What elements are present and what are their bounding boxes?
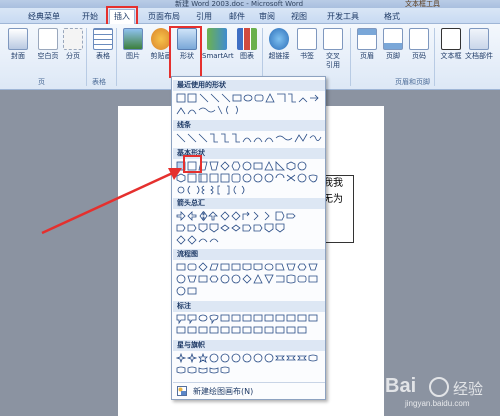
globe-icon xyxy=(269,28,289,50)
cross-reference-icon xyxy=(323,28,343,50)
bookmark-icon xyxy=(297,28,317,50)
smartart-icon xyxy=(207,28,227,50)
shape-row-flowchart-3[interactable] xyxy=(176,286,324,297)
shape-row-arrows-2[interactable] xyxy=(176,223,324,234)
tab-developer[interactable]: 开发工具 xyxy=(327,10,359,24)
shape-row-callouts-2[interactable] xyxy=(176,326,324,337)
tab-format[interactable]: 格式 xyxy=(384,10,400,24)
table-icon xyxy=(93,28,113,50)
section-block-arrows: 箭头总汇 xyxy=(173,198,325,209)
picture-icon xyxy=(123,28,143,50)
chart-icon xyxy=(237,28,257,50)
cover-page-button[interactable]: 封面 xyxy=(3,26,33,74)
section-stars-banners: 星与旗帜 xyxy=(173,340,325,351)
textbox-button[interactable]: 文本框 xyxy=(436,26,466,74)
footer-icon xyxy=(383,28,403,50)
title-bar: 新建 Word 2003.doc - Microsoft Word 文本框工具 xyxy=(0,0,500,8)
ribbon-tabs: 经典菜单 开始 插入 页面布局 引用 邮件 审阅 视图 开发工具 格式 xyxy=(0,8,500,25)
shape-row-callouts-1[interactable] xyxy=(176,314,324,325)
section-flowchart: 流程图 xyxy=(173,249,325,260)
clip-art-icon xyxy=(151,28,171,50)
shape-row-recent-1[interactable] xyxy=(176,93,324,104)
section-lines: 线条 xyxy=(173,120,325,131)
smartart-button[interactable]: SmartArt xyxy=(202,26,234,74)
shape-row-basic-3[interactable] xyxy=(176,185,324,196)
group-label-pages: 页 xyxy=(38,78,45,86)
baidu-jingyan-watermark: Bai 经验 jingyan.baidu.com xyxy=(385,375,484,408)
picture-button[interactable]: 图片 xyxy=(118,26,148,74)
quick-parts-icon xyxy=(469,28,489,50)
tab-view[interactable]: 视图 xyxy=(291,10,307,24)
section-recent-shapes: 最近使用的形状 xyxy=(173,80,325,91)
page-number-button[interactable]: 页码 xyxy=(404,26,434,74)
shape-row-basic-2[interactable] xyxy=(176,173,324,184)
new-drawing-canvas-item[interactable]: 新建绘图画布(N) xyxy=(173,382,325,398)
page-break-button[interactable]: 分页 xyxy=(58,26,88,74)
shape-row-flowchart-2[interactable] xyxy=(176,274,324,285)
shapes-menu: 最近使用的形状 线条 基本形状 箭头总汇 流程图 标注 星与旗帜 新建绘图画布(… xyxy=(171,76,326,400)
shape-row-lines[interactable] xyxy=(176,133,324,144)
highlight-rectangle-shape xyxy=(183,155,202,173)
page-number-icon xyxy=(409,28,429,50)
section-callouts: 标注 xyxy=(173,301,325,312)
tab-review[interactable]: 审阅 xyxy=(259,10,275,24)
shape-row-stars-2[interactable] xyxy=(176,365,324,376)
shape-row-flowchart-1[interactable] xyxy=(176,262,324,273)
shape-row-arrows-3[interactable] xyxy=(176,235,324,246)
textbox-icon xyxy=(441,28,461,50)
drawing-canvas-icon xyxy=(177,386,187,396)
tab-mailings[interactable]: 邮件 xyxy=(229,10,245,24)
table-button[interactable]: 表格 xyxy=(88,26,118,74)
cover-page-icon xyxy=(8,28,28,50)
hyperlink-button[interactable]: 超链接 xyxy=(264,26,294,74)
page-break-icon xyxy=(63,28,83,50)
tab-classic-menu[interactable]: 经典菜单 xyxy=(28,10,60,24)
paw-icon xyxy=(429,377,449,397)
chart-button[interactable]: 图表 xyxy=(232,26,262,74)
tab-references[interactable]: 引用 xyxy=(196,10,212,24)
highlight-shapes-button xyxy=(169,26,202,78)
header-icon xyxy=(357,28,377,50)
quick-parts-button[interactable]: 文档部件 xyxy=(464,26,494,74)
shape-row-arrows-1[interactable] xyxy=(176,211,324,222)
shape-row-recent-2[interactable] xyxy=(176,105,324,116)
tab-page-layout[interactable]: 页面布局 xyxy=(148,10,180,24)
cross-reference-button[interactable]: 交叉引用 xyxy=(318,26,348,74)
blank-page-icon xyxy=(38,28,58,50)
group-label-tables: 表格 xyxy=(92,78,106,86)
shape-row-stars-1[interactable] xyxy=(176,353,324,364)
new-drawing-canvas-label: 新建绘图画布(N) xyxy=(193,387,254,396)
group-label-header-footer: 页眉和页脚 xyxy=(395,78,430,86)
tab-home[interactable]: 开始 xyxy=(82,10,98,24)
